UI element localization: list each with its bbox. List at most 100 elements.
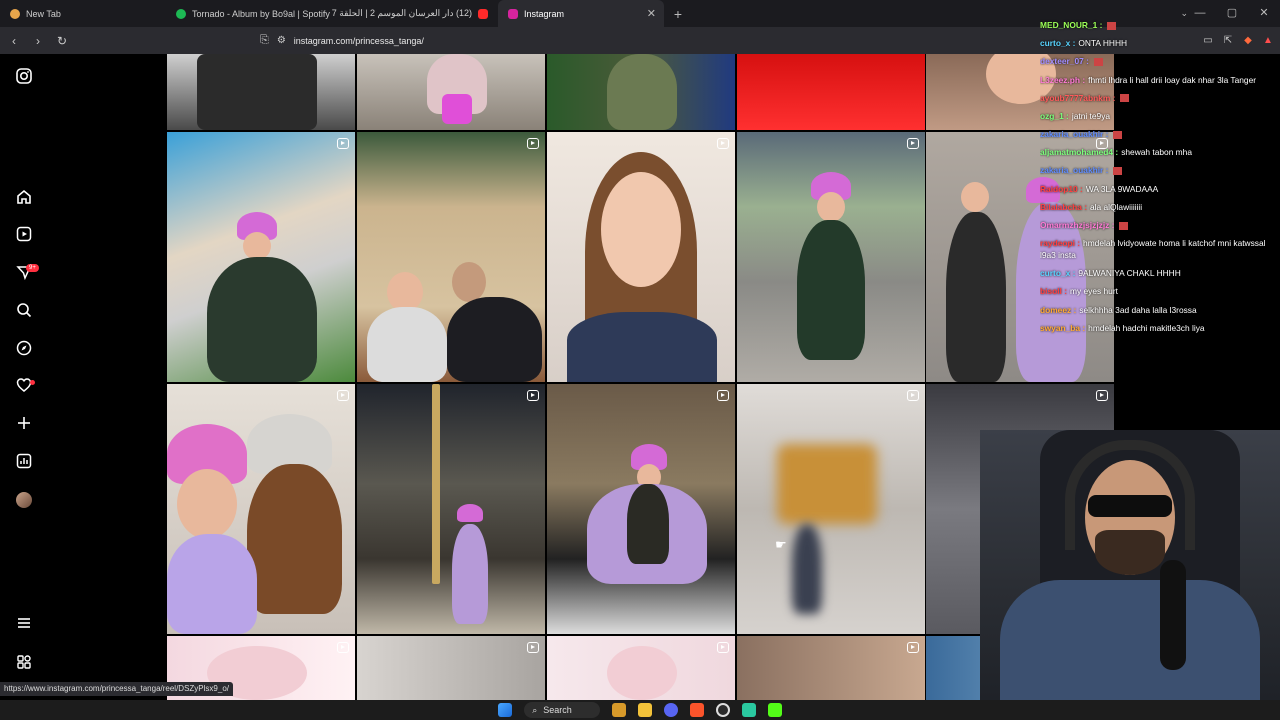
chat-message: Omarmzhzjsjzjzjz : <box>1040 216 1280 234</box>
post-thumbnail[interactable] <box>547 132 735 382</box>
reload-icon[interactable]: ↻ <box>52 34 72 48</box>
app-icon[interactable] <box>741 703 756 717</box>
chat-message: dexteer_07 : <box>1040 52 1280 70</box>
chat-text: ONTA HHHH <box>1078 38 1128 49</box>
new-tab-button[interactable]: + <box>666 6 690 22</box>
chat-username: ayoub7777abnkm : <box>1040 92 1116 103</box>
chat-text: 9ALWANIYA CHAKL HHHH <box>1078 268 1181 279</box>
brave-icon[interactable] <box>689 703 704 717</box>
search-icon[interactable] <box>14 302 34 322</box>
pink-hat <box>457 504 483 522</box>
chat-message: ozg_1 : jatni te9ya <box>1040 107 1280 125</box>
tab-instagram[interactable]: Instagram ✕ <box>498 0 664 27</box>
widgets-icon[interactable] <box>611 703 626 717</box>
home-icon[interactable] <box>14 189 34 209</box>
chat-message: aljamatmohamed4 : shewah tabon mha <box>1040 143 1280 161</box>
emote-icon <box>1113 167 1123 176</box>
kick-icon[interactable] <box>767 703 782 717</box>
emote-icon <box>1113 130 1123 139</box>
dashboard-icon[interactable] <box>14 453 34 473</box>
tab-spotify[interactable]: Tornado - Album by Bo9al | Spotify <box>166 0 332 27</box>
search-icon: ⌕ <box>532 704 538 715</box>
also-from-meta-icon[interactable] <box>14 654 34 674</box>
more-menu-icon[interactable] <box>14 615 34 635</box>
spotify-icon <box>176 8 186 19</box>
profile-posts-grid <box>167 54 1114 700</box>
windows-start-icon[interactable] <box>498 703 513 717</box>
chat-message: raydeopi : hmdelah lvidyowate homa li kat… <box>1040 234 1280 264</box>
taskbar-search[interactable]: ⌕ Search <box>524 702 600 718</box>
file-explorer-icon[interactable] <box>637 703 652 717</box>
emote-icon <box>1120 94 1130 103</box>
chat-username: aljamatmohamed4 : <box>1040 147 1119 158</box>
reels-icon[interactable] <box>14 226 34 246</box>
discord-icon[interactable] <box>663 703 678 717</box>
post-thumbnail[interactable] <box>167 54 355 130</box>
hand-cursor-icon: ☛ <box>775 537 787 552</box>
chat-username: dexteer_07 : <box>1040 56 1089 67</box>
chat-text: shewah tabon mha <box>1121 147 1192 158</box>
face <box>601 172 681 287</box>
post-thumbnail[interactable] <box>167 132 355 382</box>
chat-username: domeez : <box>1040 304 1077 315</box>
instagram-sidebar: 9+ <box>0 54 48 700</box>
reel-icon <box>717 642 729 653</box>
street-pole <box>432 384 440 584</box>
chat-username: ozg_1 : <box>1040 110 1069 121</box>
tab-new-tab[interactable]: New Tab <box>0 0 166 27</box>
back-icon[interactable]: ‹ <box>4 34 24 48</box>
post-thumbnail[interactable] <box>357 132 545 382</box>
tab-youtube[interactable]: (12) دار العرسان الموسم 2 | الحلقة 7 <box>332 0 498 27</box>
reel-icon <box>337 642 349 653</box>
chat-username: Raidop10 : <box>1040 183 1083 194</box>
bookmark-icon[interactable]: ⎘ <box>260 34 269 47</box>
streamer-webcam <box>980 430 1280 700</box>
close-icon[interactable]: ✕ <box>647 7 656 20</box>
post-thumbnail[interactable] <box>547 54 735 130</box>
site-info-icon[interactable]: ⚙ <box>277 35 286 46</box>
person-figure <box>946 212 1006 382</box>
person-figure <box>167 534 257 634</box>
tab-title: Tornado - Album by Bo9al | Spotify <box>192 8 330 19</box>
chat-username: zakaria_ouakhir : <box>1040 129 1109 140</box>
person-figure <box>447 297 542 382</box>
post-thumbnail[interactable] <box>737 384 925 634</box>
person-figure <box>207 257 317 382</box>
reel-icon <box>527 390 539 401</box>
blurred-object <box>777 444 877 524</box>
chat-message: Raidop10 : WA 3LA 9WADAAA <box>1040 180 1280 198</box>
post-thumbnail[interactable] <box>167 384 355 634</box>
create-icon[interactable] <box>14 415 34 435</box>
forward-icon[interactable]: › <box>28 34 48 48</box>
post-thumbnail[interactable] <box>547 636 735 700</box>
post-thumbnail[interactable] <box>737 132 925 382</box>
chat-message: bisoll : my eyes hurt <box>1040 282 1280 300</box>
link-status-bar: https://www.instagram.com/princessa_tang… <box>0 682 233 696</box>
reel-icon <box>907 390 919 401</box>
chat-username: L3zeez.ph : <box>1040 74 1086 85</box>
obs-icon[interactable] <box>715 703 730 717</box>
reel-icon <box>1096 390 1108 401</box>
reel-icon <box>527 138 539 149</box>
post-thumbnail[interactable] <box>737 54 925 130</box>
emote-icon <box>1107 21 1117 30</box>
post-thumbnail[interactable] <box>737 636 925 700</box>
instagram-icon[interactable] <box>14 68 34 88</box>
microphone <box>1160 560 1186 670</box>
post-thumbnail[interactable] <box>357 636 545 700</box>
face <box>817 192 845 222</box>
post-thumbnail[interactable] <box>357 54 545 130</box>
tab-title: (12) دار العرسان الموسم 2 | الحلقة 7 <box>332 8 472 18</box>
chat-username: MED_NOUR_1 : <box>1040 20 1103 30</box>
post-thumbnail[interactable] <box>357 384 545 634</box>
chat-username: zakaria_ouakhir : <box>1040 165 1109 176</box>
address-text[interactable]: instagram.com/princessa_tanga/ <box>294 36 424 46</box>
chat-message: ayoub7777abnkm : <box>1040 89 1280 107</box>
post-thumbnail[interactable] <box>547 384 735 634</box>
explore-icon[interactable] <box>14 340 34 360</box>
chat-username: swyan_ba : <box>1040 322 1086 333</box>
address-bar[interactable]: ⎘ ⚙ instagram.com/princessa_tanga/ <box>260 31 1020 50</box>
profile-avatar[interactable] <box>16 492 32 508</box>
stream-chat-overlay: MED_NOUR_1 : curto_x : ONTA HHHH dexteer_07… <box>1040 16 1280 356</box>
new-tab-favicon-icon <box>10 8 20 19</box>
